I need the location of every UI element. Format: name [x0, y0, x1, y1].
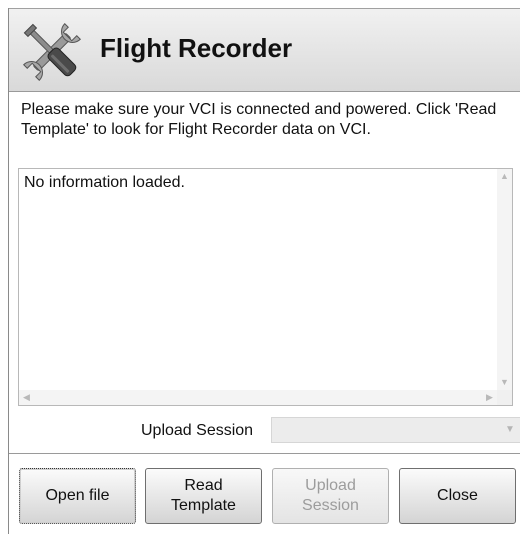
read-template-button[interactable]: Read Template — [145, 468, 262, 524]
chevron-down-icon: ▼ — [505, 424, 515, 435]
info-text-area[interactable]: No information loaded. ▲ ▼ ◀ ▶ — [18, 168, 513, 406]
tools-icon — [23, 23, 81, 81]
upload-session-select[interactable]: ▼ — [271, 417, 520, 443]
scroll-corner — [497, 390, 512, 405]
close-button[interactable]: Close — [399, 468, 516, 524]
info-content: No information loaded. — [24, 174, 185, 191]
scroll-left-icon[interactable]: ◀ — [19, 390, 34, 405]
horizontal-scrollbar[interactable]: ◀ ▶ — [19, 390, 497, 405]
open-file-button[interactable]: Open file — [19, 468, 136, 524]
upload-session-label: Upload Session — [141, 422, 254, 439]
flight-recorder-dialog: Flight Recorder Please make sure your VC… — [8, 8, 520, 534]
button-bar: Open file Read Template Upload Session C… — [9, 454, 520, 534]
upload-session-button[interactable]: Upload Session — [272, 468, 389, 524]
dialog-title: Flight Recorder — [100, 33, 293, 63]
vertical-scrollbar[interactable]: ▲ ▼ — [497, 169, 512, 390]
dialog-header: Flight Recorder — [9, 8, 520, 92]
scroll-up-icon[interactable]: ▲ — [497, 169, 512, 184]
scroll-down-icon[interactable]: ▼ — [497, 375, 512, 390]
scroll-right-icon[interactable]: ▶ — [482, 390, 497, 405]
instructions-text: Please make sure your VCI is connected a… — [21, 101, 497, 138]
